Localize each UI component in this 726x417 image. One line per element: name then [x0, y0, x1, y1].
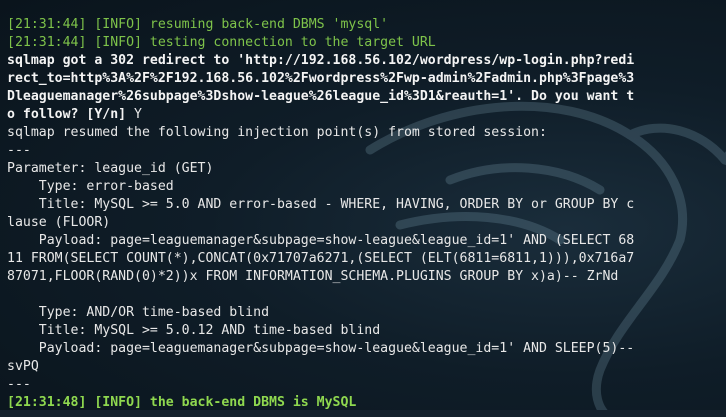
- payload-line: Payload: page=leaguemanager&subpage=show…: [7, 341, 635, 356]
- output-line: sqlmap resumed the following injection p…: [7, 125, 547, 140]
- redirect-prompt-line: o follow? [Y/n] Y: [7, 106, 723, 124]
- terminal-output: [21:31:44] [INFO] resuming back-end DBMS…: [7, 16, 723, 412]
- injection-type-line: Type: AND/OR time-based blind: [7, 305, 270, 320]
- redirect-prompt-question: o follow? [Y/n]: [7, 107, 135, 122]
- log-line-info: [21:31:44] [INFO] resuming back-end DBMS…: [7, 17, 389, 32]
- injection-type-line: Type: error-based: [7, 179, 174, 194]
- injection-title-line: Title: MySQL >= 5.0.12 AND time-based bl…: [7, 323, 381, 338]
- redirect-message-line: rect_to=http%3A%2F%2F192.168.56.102%2Fwo…: [7, 71, 635, 86]
- redirect-message-line: sqlmap got a 302 redirect to 'http://192…: [7, 53, 635, 68]
- separator-line: ---: [7, 143, 31, 158]
- redirect-message-line: Dleaguemanager%26subpage%3Dshow-league%2…: [7, 89, 635, 104]
- redirect-prompt-answer: Y: [134, 107, 142, 122]
- injection-title-line: Title: MySQL >= 5.0 AND error-based - WH…: [7, 197, 635, 212]
- payload-line: Payload: page=leaguemanager&subpage=show…: [7, 233, 635, 248]
- payload-line: 87071,FLOOR(RAND(0)*2))x FROM INFORMATIO…: [7, 269, 619, 284]
- payload-line: svPQ: [7, 359, 39, 374]
- log-line-info: [21:31:44] [INFO] testing connection to …: [7, 35, 436, 50]
- payload-line: 11 FROM(SELECT COUNT(*),CONCAT(0x71707a6…: [7, 251, 635, 266]
- cut-off-line: [0, 410, 726, 417]
- separator-line: ---: [7, 377, 31, 392]
- injection-title-line: lause (FLOOR): [7, 215, 111, 230]
- terminal-window[interactable]: [21:31:44] [INFO] resuming back-end DBMS…: [0, 0, 726, 417]
- parameter-line: Parameter: league_id (GET): [7, 161, 214, 176]
